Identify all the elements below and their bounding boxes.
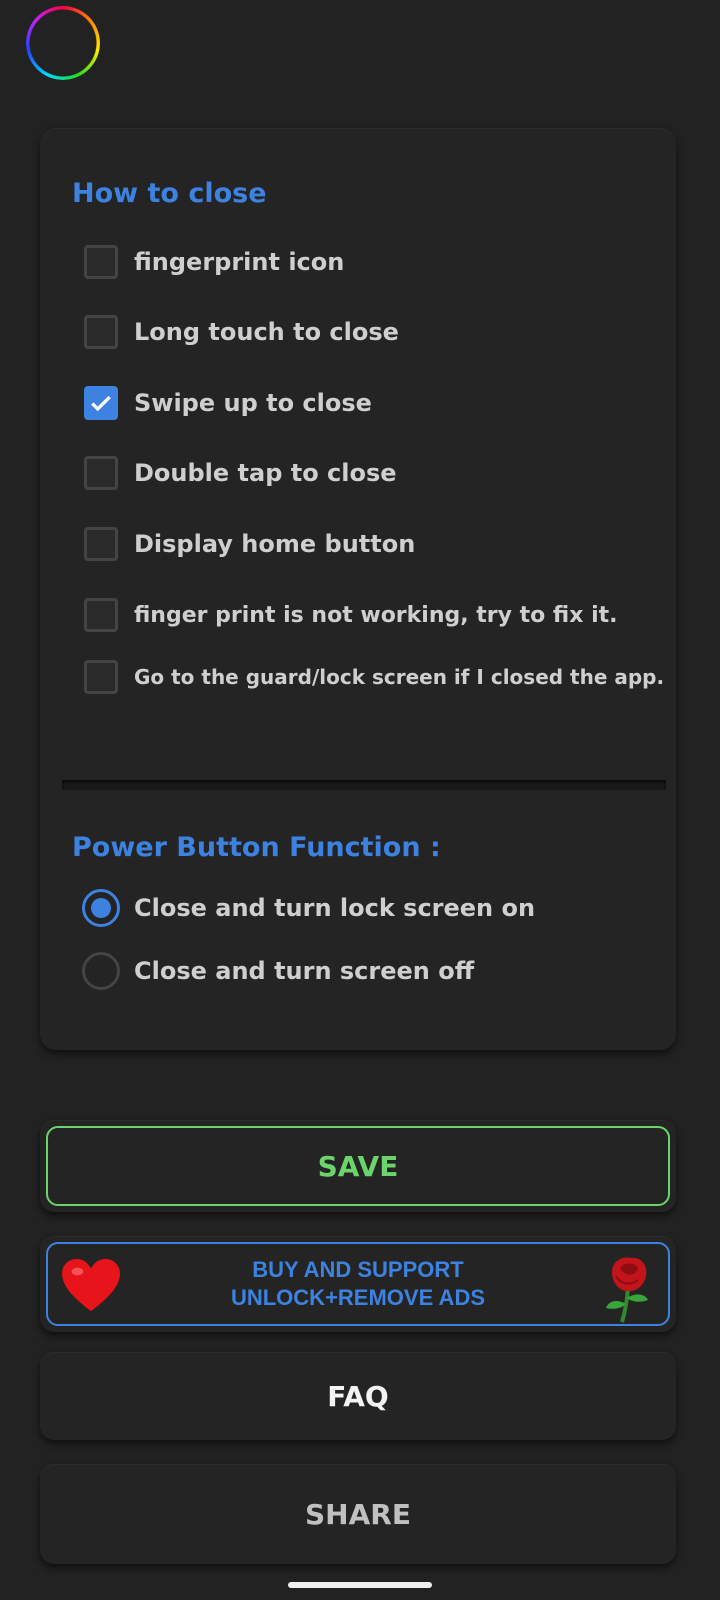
rainbow-ring-icon[interactable] <box>26 6 100 80</box>
option-label: finger print is not working, try to fix … <box>134 602 618 628</box>
checkbox[interactable] <box>84 456 118 490</box>
buy-label-line1: BUY AND SUPPORT <box>252 1257 464 1282</box>
option-fix-fingerprint[interactable]: finger print is not working, try to fix … <box>84 595 617 635</box>
buy-support-button[interactable]: BUY AND SUPPORT UNLOCK+REMOVE ADS <box>46 1242 670 1326</box>
screen: How to close fingerprint icon Long touch… <box>0 0 720 1600</box>
radio-button[interactable] <box>82 952 120 990</box>
checkbox[interactable] <box>84 598 118 632</box>
checkbox[interactable] <box>84 245 118 279</box>
save-button-container: SAVE <box>40 1120 676 1212</box>
checkbox[interactable] <box>84 660 118 694</box>
option-label: Swipe up to close <box>134 389 372 417</box>
option-double-tap[interactable]: Double tap to close <box>84 453 397 493</box>
settings-card: How to close fingerprint icon Long touch… <box>40 128 676 1050</box>
radio-label: Close and turn screen off <box>134 957 475 985</box>
option-swipe-up[interactable]: Swipe up to close <box>84 383 372 423</box>
heart-icon <box>62 1258 120 1312</box>
option-label: Display home button <box>134 530 416 558</box>
buy-button-container: BUY AND SUPPORT UNLOCK+REMOVE ADS <box>40 1236 676 1332</box>
radio-screen-off[interactable]: Close and turn screen off <box>82 951 474 991</box>
section-divider <box>62 780 666 790</box>
option-long-touch[interactable]: Long touch to close <box>84 312 399 352</box>
checkbox[interactable] <box>84 315 118 349</box>
option-label: fingerprint icon <box>134 248 345 276</box>
option-label: Double tap to close <box>134 459 397 487</box>
check-icon <box>91 395 111 412</box>
how-to-close-title: How to close <box>72 178 267 209</box>
share-button-container: SHARE <box>40 1464 676 1564</box>
save-button[interactable]: SAVE <box>46 1126 670 1206</box>
faq-button-container: FAQ <box>40 1352 676 1440</box>
checkbox[interactable] <box>84 386 118 420</box>
share-button[interactable]: SHARE <box>40 1464 676 1564</box>
option-guard-lock-screen[interactable]: Go to the guard/lock screen if I closed … <box>84 657 664 697</box>
home-indicator[interactable] <box>288 1582 432 1588</box>
buy-label-line2: UNLOCK+REMOVE ADS <box>230 1285 486 1310</box>
option-label: Long touch to close <box>134 318 399 346</box>
radio-lock-screen-on[interactable]: Close and turn lock screen on <box>82 888 535 928</box>
power-button-title: Power Button Function : <box>72 832 441 863</box>
faq-button[interactable]: FAQ <box>40 1352 676 1440</box>
option-label: Go to the guard/lock screen if I closed … <box>134 665 665 689</box>
option-fingerprint-icon[interactable]: fingerprint icon <box>84 242 344 282</box>
checkbox[interactable] <box>84 527 118 561</box>
radio-label: Close and turn lock screen on <box>134 894 536 922</box>
option-display-home-button[interactable]: Display home button <box>84 524 415 564</box>
rose-icon <box>606 1257 648 1323</box>
radio-button[interactable] <box>82 889 120 927</box>
